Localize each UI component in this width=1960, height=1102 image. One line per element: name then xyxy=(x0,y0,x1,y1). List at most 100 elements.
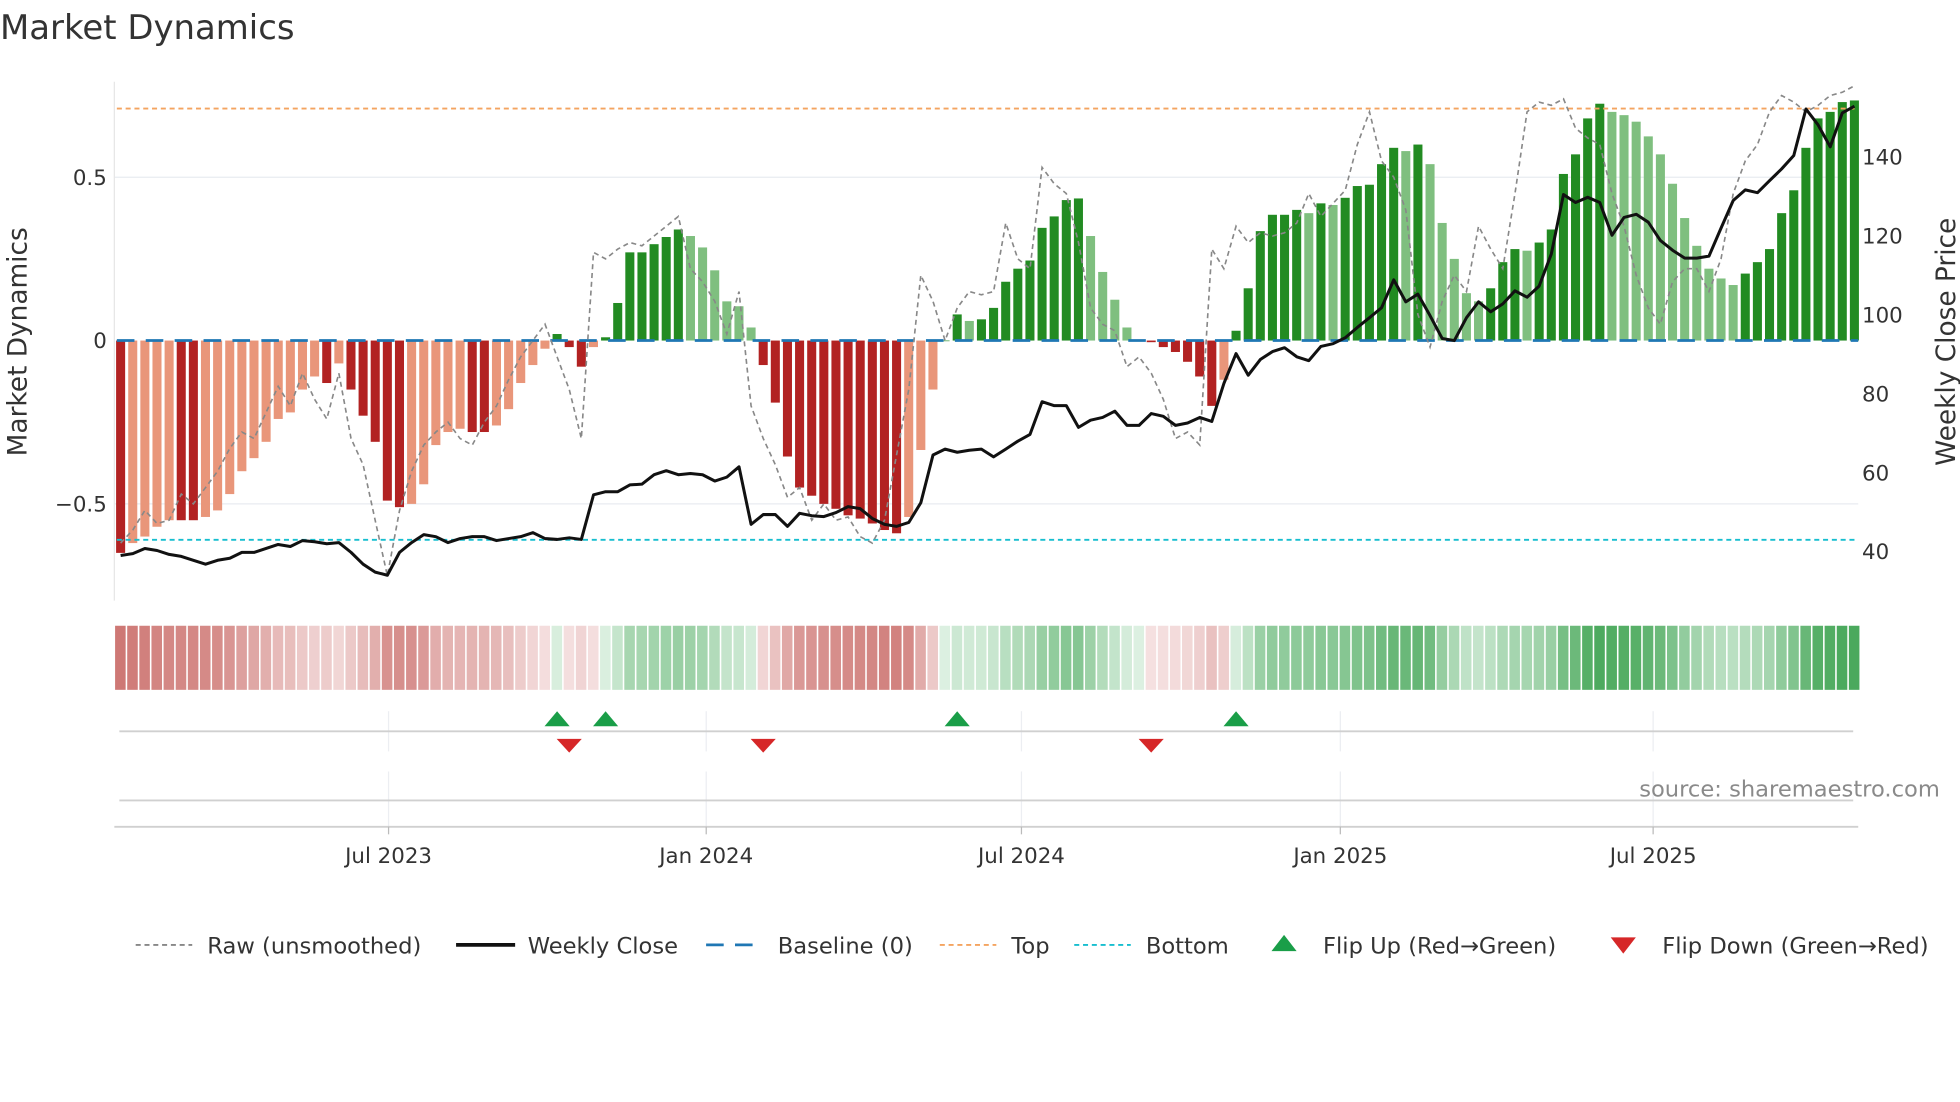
bar xyxy=(1110,299,1120,341)
heat-cell xyxy=(1667,625,1678,690)
bar xyxy=(637,252,647,341)
bar xyxy=(1352,186,1362,341)
heat-cell xyxy=(1072,625,1084,690)
bar xyxy=(540,340,550,349)
heat-cell xyxy=(478,625,490,690)
heat-cell xyxy=(781,625,793,690)
bar xyxy=(673,229,683,341)
heat-cell xyxy=(1085,625,1096,690)
heat-cell xyxy=(393,625,405,690)
legend-label: Flip Up (Red→Green) xyxy=(1323,934,1556,960)
y2-tick-label: 60 xyxy=(1862,461,1889,486)
bar xyxy=(1401,151,1411,341)
bar xyxy=(964,320,974,341)
bar xyxy=(200,340,211,517)
heat-cell xyxy=(1703,625,1714,690)
heat-cell xyxy=(854,625,866,690)
y-axis-label: Market Dynamics xyxy=(3,227,33,456)
bar xyxy=(164,340,174,521)
heat-cell xyxy=(1654,625,1666,690)
x-tick-label: Jul 2025 xyxy=(1608,844,1697,869)
heat-cell xyxy=(1230,625,1242,690)
bar xyxy=(710,270,720,341)
y2-tick-label: 80 xyxy=(1862,382,1889,407)
heat-cell xyxy=(1545,625,1557,690)
heat-cell xyxy=(963,625,975,690)
legend-label: Bottom xyxy=(1146,934,1229,960)
bar xyxy=(1073,198,1083,341)
heat-cell xyxy=(672,625,684,690)
heat-cell xyxy=(721,625,732,690)
bar xyxy=(455,340,465,429)
bar xyxy=(807,340,817,496)
bar xyxy=(1583,118,1593,341)
heat-cell xyxy=(1376,625,1387,690)
heat-cell xyxy=(915,625,926,690)
bar xyxy=(1449,258,1459,341)
heat-cell xyxy=(151,625,163,690)
heat-cell xyxy=(891,625,902,690)
bar xyxy=(370,340,380,442)
y2-axis-label: Weekly Close Price xyxy=(1932,218,1960,466)
heat-cell xyxy=(866,625,878,690)
heat-cell xyxy=(1497,625,1508,690)
heat-cell xyxy=(418,625,429,690)
bar xyxy=(128,340,138,544)
heat-cell xyxy=(1776,625,1787,690)
heat-cell xyxy=(442,625,453,690)
heat-cell xyxy=(624,625,635,690)
heat-cell xyxy=(1169,625,1181,690)
heat-cell xyxy=(684,625,696,690)
bar xyxy=(407,340,417,504)
heat-cell xyxy=(1606,625,1617,690)
heat-cell xyxy=(1509,625,1520,690)
bar xyxy=(879,340,889,531)
heat-cell xyxy=(1521,625,1533,690)
bar xyxy=(1025,260,1035,341)
heat-cell xyxy=(1254,625,1266,690)
heat-cell xyxy=(1570,625,1581,690)
heat-cell xyxy=(575,625,587,690)
bar xyxy=(734,306,744,341)
bar xyxy=(1049,216,1059,341)
bar xyxy=(1631,121,1641,341)
bar xyxy=(1813,118,1823,341)
heat-cell xyxy=(1266,625,1278,690)
heat-cell xyxy=(539,625,550,690)
heat-cell xyxy=(806,625,817,690)
x-tick-label: Jul 2024 xyxy=(976,844,1065,869)
legend-flip-down-icon xyxy=(1610,937,1636,954)
heat-cell xyxy=(490,625,502,690)
heat-cell xyxy=(1630,625,1642,690)
legend-label: Flip Down (Green→Red) xyxy=(1662,934,1928,960)
heat-cell xyxy=(769,625,781,690)
y-tick-label: 0.5 xyxy=(73,166,107,191)
bar xyxy=(782,340,792,457)
heat-cell xyxy=(551,625,563,690)
heat-cell xyxy=(636,625,647,690)
bar xyxy=(1680,218,1690,341)
bar xyxy=(237,340,247,472)
heat-cell xyxy=(1036,625,1048,690)
heat-cell xyxy=(830,625,841,690)
heat-cell xyxy=(1764,625,1775,690)
bar xyxy=(1595,103,1605,341)
heat-cell xyxy=(1679,625,1690,690)
heat-cell xyxy=(1303,625,1314,690)
bar xyxy=(443,340,453,433)
y-tick-label: −0.5 xyxy=(55,492,107,517)
bar xyxy=(819,340,829,504)
bar xyxy=(1098,271,1108,341)
heat-cell xyxy=(333,625,344,690)
heat-cell xyxy=(1412,625,1423,690)
bar xyxy=(467,340,477,433)
heat-cell xyxy=(697,625,708,690)
heat-cell xyxy=(1194,625,1205,690)
bar xyxy=(419,340,429,485)
heat-cell xyxy=(648,625,660,690)
heat-cell xyxy=(927,625,938,690)
heat-cell xyxy=(878,625,890,690)
bar xyxy=(1255,231,1265,341)
heat-cell xyxy=(1557,625,1569,690)
flip-up-marker xyxy=(944,711,970,727)
